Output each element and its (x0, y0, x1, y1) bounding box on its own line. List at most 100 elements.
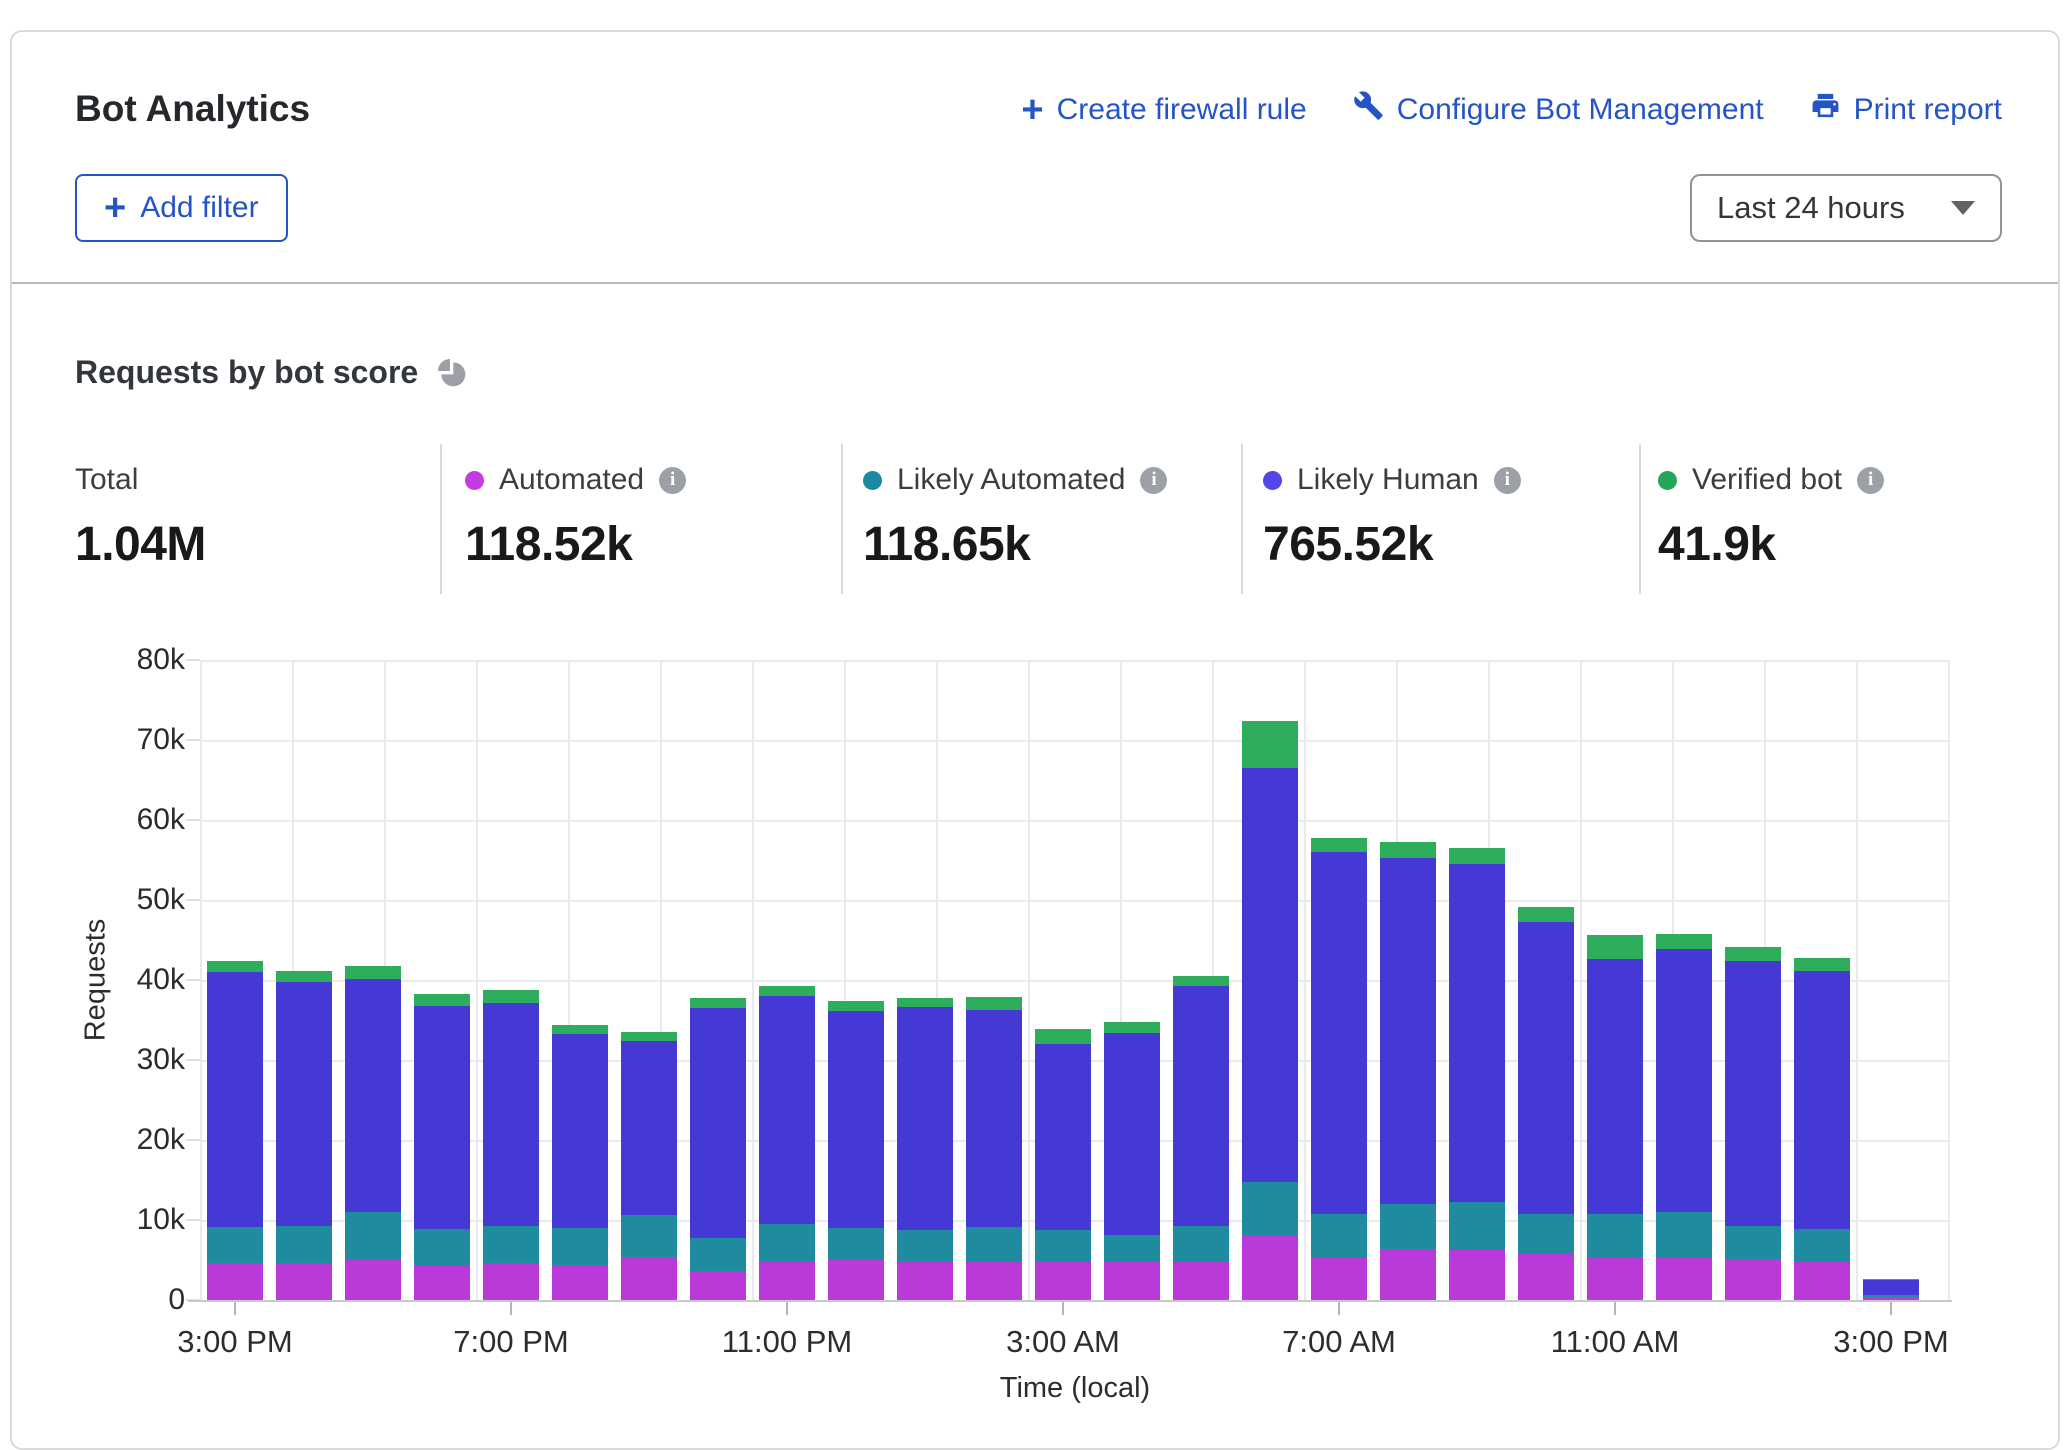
segment-likely_automated[interactable] (690, 1238, 746, 1272)
info-icon[interactable]: i (1857, 467, 1884, 494)
segment-likely_automated[interactable] (621, 1215, 677, 1257)
segment-likely_automated[interactable] (1104, 1235, 1160, 1262)
segment-verified_bot[interactable] (1725, 947, 1781, 961)
segment-automated[interactable] (276, 1263, 332, 1300)
segment-likely_human[interactable] (552, 1034, 608, 1228)
segment-likely_automated[interactable] (966, 1227, 1022, 1261)
segment-verified_bot[interactable] (828, 1001, 884, 1011)
segment-automated[interactable] (1311, 1258, 1367, 1300)
segment-automated[interactable] (1380, 1249, 1436, 1300)
configure-bot-management-link[interactable]: Configure Bot Management (1353, 90, 1764, 129)
segment-automated[interactable] (552, 1265, 608, 1300)
time-range-select[interactable]: Last 24 hours (1690, 174, 2002, 242)
segment-verified_bot[interactable] (1518, 907, 1574, 921)
segment-likely_human[interactable] (1725, 961, 1781, 1226)
segment-likely_automated[interactable] (276, 1226, 332, 1264)
segment-verified_bot[interactable] (1794, 958, 1850, 972)
segment-likely_human[interactable] (1104, 1033, 1160, 1235)
segment-automated[interactable] (483, 1263, 539, 1300)
segment-verified_bot[interactable] (1035, 1029, 1091, 1044)
bar-24-3-00-pm[interactable] (1863, 1279, 1919, 1300)
info-icon[interactable]: i (659, 467, 686, 494)
bar-19-10-00-am[interactable] (1518, 907, 1574, 1300)
segment-likely_human[interactable] (828, 1011, 884, 1228)
segment-likely_human[interactable] (621, 1041, 677, 1215)
bar-18-9-00-am[interactable] (1449, 848, 1505, 1300)
segment-likely_human[interactable] (690, 1008, 746, 1238)
segment-automated[interactable] (1725, 1259, 1781, 1300)
segment-likely_human[interactable] (1656, 949, 1712, 1212)
segment-verified_bot[interactable] (1242, 721, 1298, 768)
segment-automated[interactable] (1656, 1258, 1712, 1300)
bar-14-5-00-am[interactable] (1173, 976, 1229, 1300)
segment-likely_human[interactable] (1518, 922, 1574, 1215)
segment-automated[interactable] (1242, 1236, 1298, 1300)
segment-likely_human[interactable] (1242, 768, 1298, 1182)
bar-23-2-00-pm[interactable] (1794, 958, 1850, 1300)
create-firewall-rule-link[interactable]: + Create firewall rule (1021, 91, 1306, 129)
segment-verified_bot[interactable] (690, 998, 746, 1008)
segment-automated[interactable] (1794, 1262, 1850, 1300)
segment-verified_bot[interactable] (414, 994, 470, 1006)
segment-likely_automated[interactable] (1656, 1212, 1712, 1258)
segment-likely_automated[interactable] (1725, 1226, 1781, 1260)
segment-verified_bot[interactable] (207, 961, 263, 972)
segment-automated[interactable] (1035, 1262, 1091, 1300)
segment-verified_bot[interactable] (276, 971, 332, 982)
segment-verified_bot[interactable] (552, 1025, 608, 1035)
segment-likely_automated[interactable] (414, 1229, 470, 1266)
segment-likely_human[interactable] (276, 982, 332, 1225)
segment-likely_automated[interactable] (1794, 1229, 1850, 1262)
segment-likely_human[interactable] (1794, 971, 1850, 1229)
segment-likely_human[interactable] (897, 1007, 953, 1229)
bar-20-11-00-am[interactable] (1587, 935, 1643, 1300)
segment-verified_bot[interactable] (1656, 934, 1712, 948)
bar-22-1-00-pm[interactable] (1725, 947, 1781, 1300)
bar-12-3-00-am[interactable] (1035, 1029, 1091, 1300)
segment-likely_human[interactable] (483, 1003, 539, 1225)
bar-2-5-00-pm[interactable] (345, 966, 401, 1300)
segment-automated[interactable] (897, 1261, 953, 1300)
segment-likely_human[interactable] (1380, 858, 1436, 1204)
segment-likely_automated[interactable] (345, 1212, 401, 1260)
segment-automated[interactable] (759, 1261, 815, 1300)
segment-automated[interactable] (1449, 1250, 1505, 1300)
bar-16-7-00-am[interactable] (1311, 838, 1367, 1300)
bar-5-8-00-pm[interactable] (552, 1025, 608, 1300)
segment-likely_human[interactable] (759, 996, 815, 1224)
segment-likely_automated[interactable] (1311, 1214, 1367, 1259)
segment-verified_bot[interactable] (1311, 838, 1367, 852)
info-icon[interactable]: i (1140, 467, 1167, 494)
segment-automated[interactable] (1104, 1262, 1160, 1300)
segment-likely_automated[interactable] (897, 1230, 953, 1261)
segment-likely_automated[interactable] (207, 1227, 263, 1263)
bar-11-2-00-am[interactable] (966, 997, 1022, 1300)
segment-likely_human[interactable] (1449, 864, 1505, 1202)
segment-likely_human[interactable] (1311, 852, 1367, 1214)
bar-8-11-00-pm[interactable] (759, 986, 815, 1300)
segment-likely_automated[interactable] (1518, 1214, 1574, 1254)
segment-likely_automated[interactable] (483, 1226, 539, 1264)
bar-9-12-00-am[interactable] (828, 1001, 884, 1300)
segment-automated[interactable] (828, 1260, 884, 1300)
segment-verified_bot[interactable] (1173, 976, 1229, 986)
add-filter-button[interactable]: + Add filter (75, 174, 288, 242)
segment-likely_automated[interactable] (1587, 1214, 1643, 1257)
segment-automated[interactable] (1173, 1262, 1229, 1300)
segment-verified_bot[interactable] (966, 997, 1022, 1010)
segment-verified_bot[interactable] (1104, 1022, 1160, 1032)
segment-automated[interactable] (966, 1262, 1022, 1300)
segment-automated[interactable] (621, 1257, 677, 1300)
segment-verified_bot[interactable] (1449, 848, 1505, 864)
bar-3-6-00-pm[interactable] (414, 994, 470, 1300)
segment-likely_human[interactable] (1863, 1280, 1919, 1295)
info-icon[interactable]: i (1494, 467, 1521, 494)
segment-likely_automated[interactable] (1035, 1230, 1091, 1262)
segment-likely_automated[interactable] (552, 1228, 608, 1265)
segment-likely_human[interactable] (414, 1006, 470, 1229)
bar-10-1-00-am[interactable] (897, 998, 953, 1300)
bar-0-3-00-pm[interactable] (207, 961, 263, 1300)
segment-likely_human[interactable] (207, 972, 263, 1227)
segment-automated[interactable] (345, 1260, 401, 1300)
bar-4-7-00-pm[interactable] (483, 990, 539, 1300)
